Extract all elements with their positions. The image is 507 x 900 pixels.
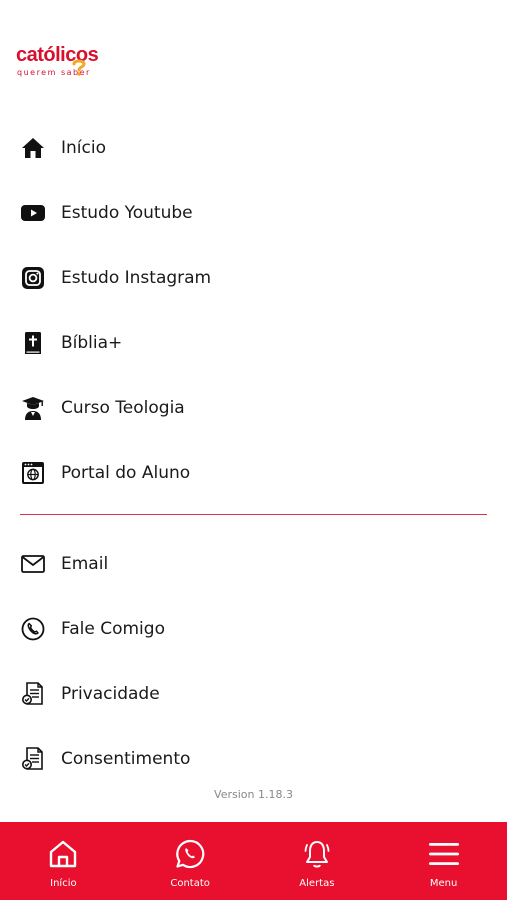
menu-item-label: Privacidade — [61, 684, 160, 704]
menu-item-label: Bíblia+ — [61, 333, 123, 353]
tab-inicio[interactable]: Início — [0, 822, 127, 900]
menu-item-fale-comigo[interactable]: Fale Comigo — [20, 609, 486, 649]
youtube-icon — [20, 200, 46, 226]
menu-item-label: Estudo Instagram — [61, 268, 212, 288]
menu-item-portal-aluno[interactable]: Portal do Aluno — [20, 453, 486, 493]
tab-label: Menu — [429, 878, 458, 889]
mail-icon — [20, 551, 46, 577]
menu-divider — [20, 514, 487, 515]
menu-item-label: Estudo Youtube — [61, 203, 193, 223]
whatsapp-icon — [174, 838, 206, 870]
phone-icon — [20, 616, 46, 642]
menu-item-curso-teologia[interactable]: Curso Teologia — [20, 388, 486, 428]
menu-item-biblia[interactable]: Bíblia+ — [20, 323, 486, 363]
web-portal-icon — [20, 460, 46, 486]
menu-item-email[interactable]: Email — [20, 544, 486, 584]
menu-item-label: Início — [61, 138, 106, 158]
tab-label: Contato — [170, 878, 210, 889]
tab-label: Alertas — [299, 878, 335, 889]
app-logo: católicos querem saber — [16, 44, 106, 84]
menu-item-instagram[interactable]: Estudo Instagram — [20, 258, 486, 298]
menu-item-youtube[interactable]: Estudo Youtube — [20, 193, 486, 233]
home-icon — [20, 135, 46, 161]
tab-menu[interactable]: Menu — [380, 822, 507, 900]
menu-item-consentimento[interactable]: Consentimento — [20, 739, 486, 779]
instagram-icon — [20, 265, 46, 291]
document-icon — [20, 681, 46, 707]
menu-item-privacidade[interactable]: Privacidade — [20, 674, 486, 714]
menu-item-inicio[interactable]: Início — [20, 128, 486, 168]
menu-item-label: Fale Comigo — [61, 619, 165, 639]
menu-item-label: Portal do Aluno — [61, 463, 191, 483]
document-icon — [20, 746, 46, 772]
menu-item-label: Email — [61, 554, 109, 574]
app-version: Version 1.18.3 — [214, 788, 293, 801]
tab-contato[interactable]: Contato — [127, 822, 254, 900]
hamburger-icon — [428, 838, 460, 870]
bell-icon — [301, 838, 333, 870]
tab-label: Início — [50, 878, 77, 889]
graduate-icon — [20, 395, 46, 421]
question-mark-icon — [72, 59, 86, 76]
bible-icon — [20, 330, 46, 356]
menu-item-label: Consentimento — [61, 749, 191, 769]
bottom-tab-bar: Início Contato Alertas Menu — [0, 822, 507, 900]
home-outline-icon — [47, 838, 79, 870]
menu-item-label: Curso Teologia — [61, 398, 185, 418]
tab-alertas[interactable]: Alertas — [254, 822, 381, 900]
